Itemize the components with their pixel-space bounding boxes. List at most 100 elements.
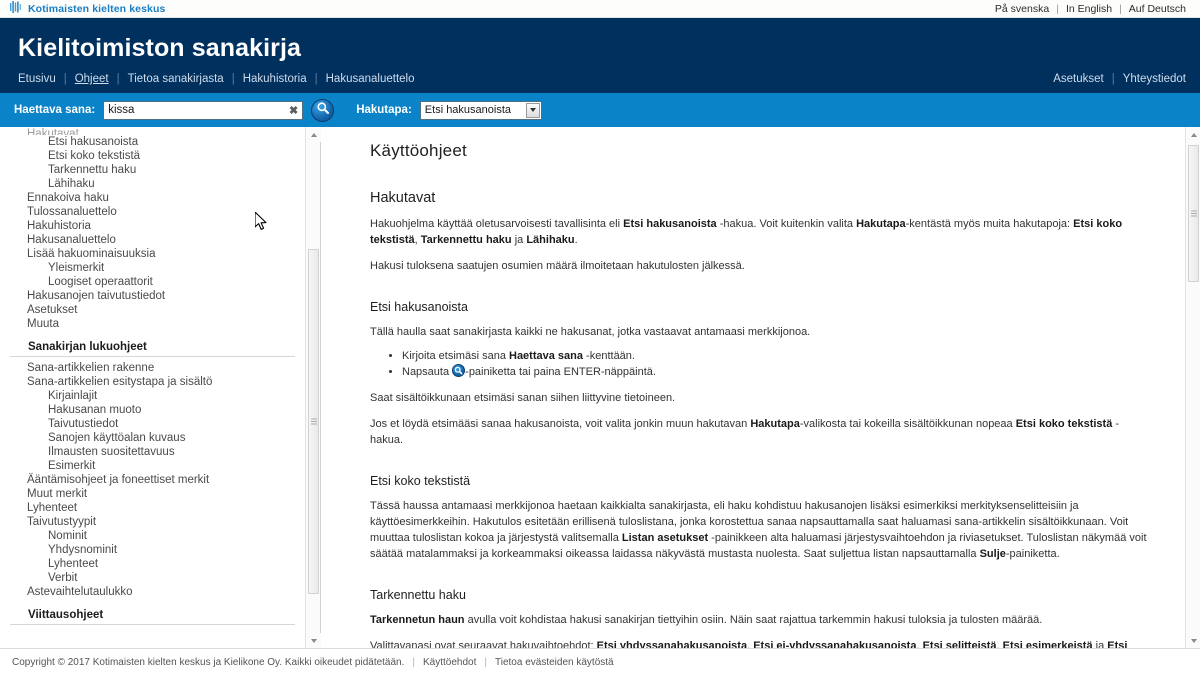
language-links: På svenska | In English | Auf Deutsch xyxy=(995,3,1186,15)
content-scroll-up-icon[interactable] xyxy=(1186,127,1200,142)
footer-copyright: Copyright © 2017 Kotimaisten kielten kes… xyxy=(12,656,405,668)
search-mode-value: Etsi hakusanoista xyxy=(424,104,512,116)
sidebar-item-tarkennettu-haku[interactable]: Tarkennettu haku xyxy=(0,163,305,177)
main-nav: Etusivu | Ohjeet | Tietoa sanakirjasta |… xyxy=(18,73,415,85)
k-b: Listan asetukset xyxy=(621,532,709,544)
nav-item-tietoa-sanakirjasta[interactable]: Tietoa sanakirjasta xyxy=(128,73,224,85)
nav-item-asetukset[interactable]: Asetukset xyxy=(1053,73,1104,85)
nav-sep-4: | xyxy=(314,73,318,85)
t1-a: Tarkennetun haun xyxy=(370,614,465,626)
footer-link-kayttoehdot[interactable]: Käyttöehdot xyxy=(423,657,476,668)
section-heading-etsi-koko-tekstista: Etsi koko tekstistä xyxy=(370,474,471,488)
e3-b: Hakutapa xyxy=(750,418,800,430)
list-item-step-1: Kirjoita etsimäsi sana Haettava sana -ke… xyxy=(402,348,1151,364)
nav-item-hakusanaluettelo[interactable]: Hakusanaluettelo xyxy=(326,73,415,85)
k-d: Sulje xyxy=(979,548,1006,560)
lang-link-de[interactable]: Auf Deutsch xyxy=(1129,3,1186,15)
paragraph-etsihaku-3: Jos et löydä etsimääsi sanaa hakusanoist… xyxy=(370,416,1151,448)
site-brand[interactable]: Kotimaisten kielten keskus xyxy=(10,0,165,18)
sidebar-item-loogiset-operaattorit[interactable]: Loogiset operaattorit xyxy=(0,275,305,289)
t2-a: Valittavanasi ovat seuraavat hakuvaihtoe… xyxy=(370,640,597,648)
nav-item-ohjeet[interactable]: Ohjeet xyxy=(75,73,109,85)
li1-a: Kirjoita etsimäsi sana xyxy=(402,350,509,362)
sidebar-item-aantamisohjeet[interactable]: Ääntämisohjeet ja foneettiset merkit xyxy=(0,473,305,487)
txt-e: -kentästä myös muita hakutapoja: xyxy=(905,218,1074,230)
sidebar-item-muuta[interactable]: Muuta xyxy=(0,317,305,331)
nav-sep-3: | xyxy=(231,73,235,85)
chevron-down-icon[interactable] xyxy=(525,102,540,118)
footer-link-evasteet[interactable]: Tietoa evästeiden käytöstä xyxy=(495,657,614,668)
sidebar-item-taivutustyypit[interactable]: Taivutustyypit xyxy=(0,515,305,529)
sidebar-item-kirjainlajit[interactable]: Kirjainlajit xyxy=(0,389,305,403)
sidebar-item-ennakoiva-haku[interactable]: Ennakoiva haku xyxy=(0,191,305,205)
sidebar-item-lyhenteet[interactable]: Lyhenteet xyxy=(0,501,305,515)
t2-f: Etsi selitteistä xyxy=(922,640,997,648)
search-mode-select[interactable]: Etsi hakusanoista xyxy=(419,100,542,120)
paragraph-kokoteksti: Tässä haussa antamaasi merkkijonoa haeta… xyxy=(370,498,1151,562)
help-content: Käyttöohjeet Hakutavat Hakuohjelma käytt… xyxy=(321,127,1185,648)
sidebar-item-tulossanaluettelo[interactable]: Tulossanaluettelo xyxy=(0,205,305,219)
paragraph-tarkennettu-2: Valittavanasi ovat seuraavat hakuvaihtoe… xyxy=(370,638,1151,648)
sidebar-item-esimerkit[interactable]: Esimerkit xyxy=(0,459,305,473)
sidebar-item-taivutustiedot[interactable]: Taivutustiedot xyxy=(0,417,305,431)
scroll-down-icon[interactable] xyxy=(306,633,321,648)
footer-sep-1: | xyxy=(412,656,416,668)
txt-a: Hakuohjelma käyttää oletusarvoisesti tav… xyxy=(370,218,624,230)
etsihaku-steps-list: Kirjoita etsimäsi sana Haettava sana -ke… xyxy=(370,348,1151,380)
sidebar-item-hakusanojen-taivutustiedot[interactable]: Hakusanojen taivutustiedot xyxy=(0,289,305,303)
search-input-wrapper[interactable]: ✖ xyxy=(103,100,304,120)
sidebar-item-yleismerkit[interactable]: Yleismerkit xyxy=(0,261,305,275)
t2-d: Etsi ei-yhdyssanahakusanoista xyxy=(753,640,917,648)
sidebar-scrollbar[interactable] xyxy=(305,127,321,648)
sidebar-item-yhdysnominit[interactable]: Yhdysnominit xyxy=(0,543,305,557)
sidebar-item-etsi-hakusanoista[interactable]: Etsi hakusanoista xyxy=(0,135,305,149)
scrollbar-grip-icon xyxy=(311,418,317,425)
sidebar-item-lyhenteet-2[interactable]: Lyhenteet xyxy=(0,557,305,571)
content-scrollbar[interactable] xyxy=(1185,127,1200,648)
txt-k: . xyxy=(574,234,578,246)
clear-icon[interactable]: ✖ xyxy=(289,103,298,119)
sidebar-item-muut-merkit[interactable]: Muut merkit xyxy=(0,487,305,501)
sidebar-scrollbar-thumb[interactable] xyxy=(308,249,319,594)
sidebar-item-hakuhistoria[interactable]: Hakuhistoria xyxy=(0,219,305,233)
sidebar-item-etsi-koko-tekstista[interactable]: Etsi koko tekstistä xyxy=(0,149,305,163)
site-header: Kielitoimiston sanakirja Etusivu | Ohjee… xyxy=(0,18,1200,93)
scroll-up-icon[interactable] xyxy=(306,127,321,142)
li1-b: Haettava sana xyxy=(509,350,583,362)
sidebar-item-hakusanan-muoto[interactable]: Hakusanan muoto xyxy=(0,403,305,417)
sidebar-item-astevaihtelutaulukko[interactable]: Astevaihtelutaulukko xyxy=(0,585,305,599)
magnifier-icon xyxy=(316,101,330,120)
e3-c: -valikosta tai kokeilla sisältöikkunan n… xyxy=(799,418,1016,430)
sidebar-heading-viittausohjeet: Viittausohjeet xyxy=(10,599,295,625)
search-button[interactable] xyxy=(311,98,335,122)
sidebar-item-lisaa-hakuominaisuuksia[interactable]: Lisää hakuominaisuuksia xyxy=(0,247,305,261)
search-input[interactable] xyxy=(104,101,303,119)
nav-item-etusivu[interactable]: Etusivu xyxy=(18,73,56,85)
li2-a: Napsauta xyxy=(402,366,453,378)
lang-link-en[interactable]: In English xyxy=(1066,3,1112,15)
sidebar-item-lahihaku[interactable]: Lähihaku xyxy=(0,177,305,191)
sidebar-item-sana-artikkelien-rakenne[interactable]: Sana-artikkelien rakenne xyxy=(0,361,305,375)
sidebar-item-sana-artikkelien-esitystapa[interactable]: Sana-artikkelien esitystapa ja sisältö xyxy=(0,375,305,389)
sidebar-item-asetukset[interactable]: Asetukset xyxy=(0,303,305,317)
sidebar-item-hakutavat-clipped[interactable]: Hakutavat xyxy=(0,127,305,135)
sidebar-item-sanojen-kayttoalan-kuvaus[interactable]: Sanojen käyttöalan kuvaus xyxy=(0,431,305,445)
lang-link-sv[interactable]: På svenska xyxy=(995,3,1049,15)
content-scroll-down-icon[interactable] xyxy=(1186,633,1200,648)
sidebar-item-ilmausten-suositettavuus[interactable]: Ilmausten suositettavuus xyxy=(0,445,305,459)
section-heading-tarkennettu-haku: Tarkennettu haku xyxy=(370,588,466,602)
paragraph-etsihaku-2: Saat sisältöikkunaan etsimäsi sanan siih… xyxy=(370,392,676,404)
sidebar-toc: Hakutavat Etsi hakusanoista Etsi koko te… xyxy=(0,127,305,648)
sidebar-item-nominit[interactable]: Nominit xyxy=(0,529,305,543)
list-item-step-2: Napsauta -painiketta tai paina ENTER-näp… xyxy=(402,364,1151,380)
page-root: Kotimaisten kielten keskus På svenska | … xyxy=(0,0,1200,675)
t1-b: avulla voit kohdistaa hakusi sanakirjan … xyxy=(464,614,1043,626)
content-scrollbar-thumb[interactable] xyxy=(1188,145,1199,282)
nav-item-yhteystiedot[interactable]: Yhteystiedot xyxy=(1123,73,1186,85)
txt-d: Hakutapa xyxy=(856,218,906,230)
sidebar-item-hakusanaluettelo[interactable]: Hakusanaluettelo xyxy=(0,233,305,247)
nav-item-hakuhistoria[interactable]: Hakuhistoria xyxy=(243,73,307,85)
sidebar-item-verbit[interactable]: Verbit xyxy=(0,571,305,585)
txt-j: Lähihaku xyxy=(526,234,575,246)
t2-i: ja xyxy=(1092,640,1108,648)
